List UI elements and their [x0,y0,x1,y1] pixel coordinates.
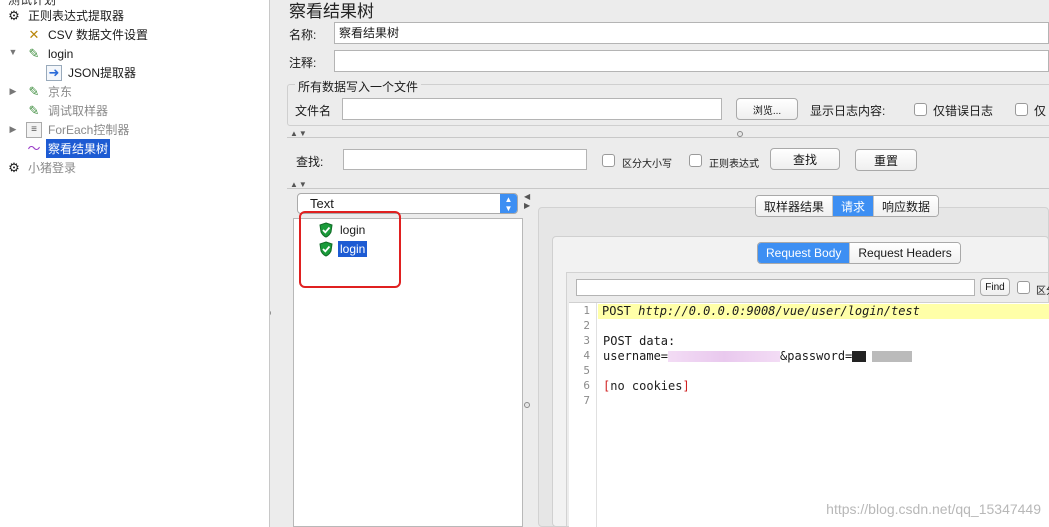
code-line: [no cookies] [603,379,690,393]
pipette-icon: ✎ [28,83,40,99]
case-sensitive-label: 区分大小写 [622,159,672,170]
line-number-gutter: 1 2 3 4 5 6 7 [569,303,597,527]
pipette-icon: ✎ [28,102,40,118]
request-subtabs: Request Body Request Headers [757,242,961,264]
filename-label: 文件名 [295,104,332,118]
filename-field[interactable] [342,98,722,120]
comment-label: 注释: [289,56,317,70]
success-only-label: 仅 [1034,104,1047,118]
tab-request-body[interactable]: Request Body [758,243,851,263]
gear-icon: ⚙ [8,7,20,23]
find-in-body-button[interactable]: Find [980,278,1010,296]
reset-button[interactable]: 重置 [855,149,917,171]
detail-tabs: 取样器结果 请求 响应数据 [755,195,940,217]
tree-item-pig-login[interactable]: ⚙ 小猪登录 [6,158,78,177]
gear-icon: ⚙ [8,159,20,175]
tree-item-login[interactable]: ✎ login [26,44,75,63]
collapse-toggle-icon[interactable]: ▼ [8,47,18,57]
tree-item-debug-sampler[interactable]: ✎ 调试取样器 [26,101,110,120]
divider [287,137,1049,138]
find-button[interactable]: 查找 [770,148,840,170]
code-line: username= &password= [603,349,913,364]
request-url: http://0.0.0.0:9008/vue/user/login/test [638,304,920,318]
tree-item-view-results-tree[interactable]: 〜 察看结果树 [26,139,111,158]
find-in-body-input[interactable] [576,279,975,296]
errors-only-label: 仅错误日志 [933,104,994,118]
browse-button[interactable]: 浏览... [736,98,798,120]
expand-toggle-icon[interactable]: ▶ [8,124,18,135]
bracket: ] [682,379,690,393]
regex-label: 正则表达式 [709,159,759,170]
find-case-label: 区分 [1036,286,1049,297]
divider [287,188,1049,189]
regex-checkbox[interactable] [689,154,702,167]
tab-request-headers[interactable]: Request Headers [850,243,960,263]
splitter-arrows-icon[interactable]: ◀ ▶ [524,192,530,210]
redacted-password [852,351,913,362]
annotation-box [299,211,401,288]
split-handle-icon[interactable] [524,402,530,408]
search-label: 查找: [296,155,324,169]
tab-response-data[interactable]: 响应数据 [874,196,939,216]
pipette-icon: ✎ [28,45,40,61]
code-line: POST http://0.0.0.0:9008/vue/user/login/… [598,304,1049,319]
name-field[interactable]: 察看结果树 [334,22,1049,44]
tab-sampler-result[interactable]: 取样器结果 [756,196,834,216]
chevron-updown-icon: ▲ ▼ [500,194,517,213]
wrench-icon: ✕ [28,26,40,42]
tree-item-jd[interactable]: ✎ 京东 [26,82,74,101]
file-group-title: 所有数据写入一个文件 [295,78,422,95]
log-content-label: 显示日志内容: [810,104,886,118]
find-case-checkbox[interactable] [1017,281,1030,294]
page-title: 察看结果树 [289,2,374,21]
test-plan-tree[interactable]: 测试计划 ⚙ 正则表达式提取器 ✕ CSV 数据文件设置 ▼ ✎ login ➜… [0,0,276,527]
chart-icon: 〜 [27,140,41,156]
code-line: POST data: [603,334,676,348]
errors-only-checkbox[interactable] [914,103,927,116]
tree-item-regex-extractor[interactable]: ⚙ 正则表达式提取器 [6,6,126,25]
watermark: https://blog.csdn.net/qq_15347449 [826,501,1041,517]
expand-toggle-icon[interactable]: ▶ [8,86,18,97]
tree-item-foreach-controller[interactable]: ≡ ForEach控制器 [26,120,131,139]
case-sensitive-checkbox[interactable] [602,154,615,167]
tree-item-json-extractor[interactable]: ➜ JSON提取器 [46,63,138,82]
tree-item-csv-data-set[interactable]: ✕ CSV 数据文件设置 [26,25,150,44]
name-label: 名称: [289,28,317,42]
success-only-checkbox[interactable] [1015,103,1028,116]
request-body-editor[interactable]: 1 2 3 4 5 6 7 POST http://0.0.0.0:9008/v… [569,302,1049,527]
view-results-tree-panel: 察看结果树 名称: 察看结果树 注释: 所有数据写入一个文件 文件名 浏览...… [271,0,1049,527]
controller-icon: ≡ [26,121,42,138]
search-input[interactable] [343,149,587,170]
extractor-icon: ➜ [46,64,62,81]
redacted-username [668,351,781,362]
tab-request[interactable]: 请求 [833,196,875,216]
comment-field[interactable] [334,50,1049,72]
